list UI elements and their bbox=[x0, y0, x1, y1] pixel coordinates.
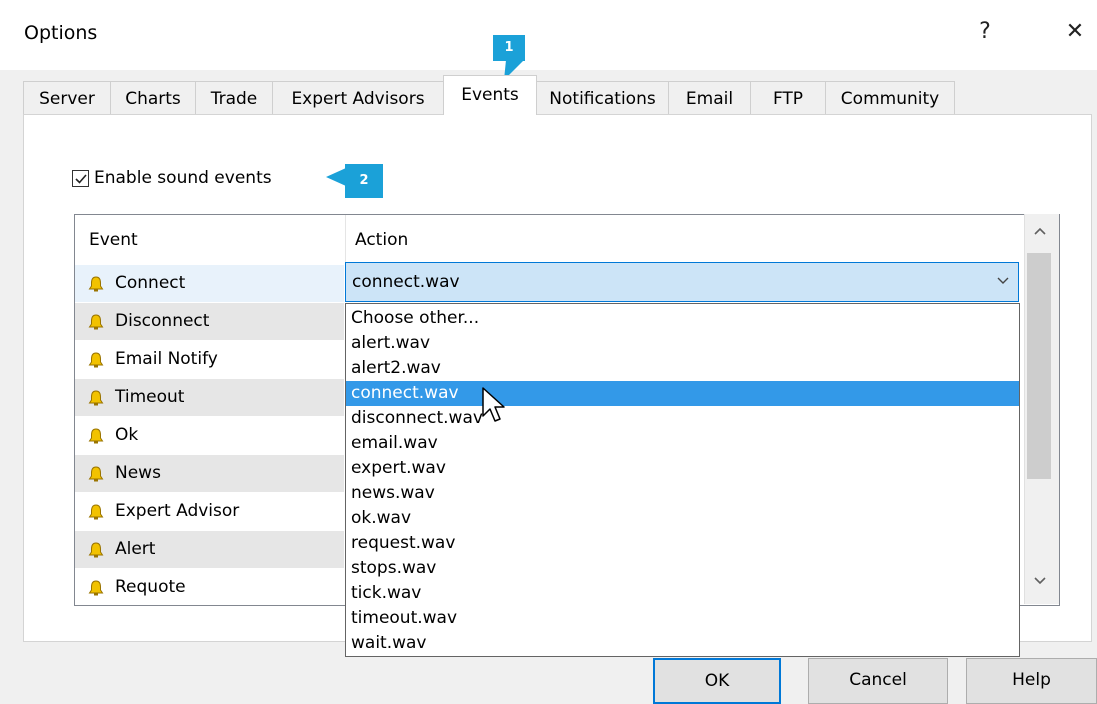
tab-trade[interactable]: Trade bbox=[195, 81, 273, 114]
dropdown-option[interactable]: alert.wav bbox=[346, 331, 1019, 356]
tab-charts[interactable]: Charts bbox=[110, 81, 196, 114]
scroll-down-icon[interactable] bbox=[1032, 575, 1048, 587]
callout-1: 1 bbox=[493, 35, 525, 61]
bell-icon bbox=[88, 466, 104, 482]
title-bar bbox=[0, 0, 1097, 70]
event-cell[interactable]: Connect bbox=[75, 265, 344, 302]
option-label: connect.wav bbox=[351, 383, 459, 403]
enable-sound-checkbox[interactable] bbox=[72, 170, 89, 187]
event-cell[interactable]: Timeout bbox=[75, 379, 344, 416]
tab-email[interactable]: Email bbox=[668, 81, 751, 114]
event-label: Alert bbox=[115, 539, 156, 559]
dropdown-option[interactable]: news.wav bbox=[346, 481, 1019, 506]
event-label: Ok bbox=[115, 425, 139, 445]
dropdown-option[interactable]: connect.wav bbox=[346, 381, 1019, 406]
tab-community[interactable]: Community bbox=[825, 81, 955, 114]
dropdown-option[interactable]: wait.wav bbox=[346, 631, 1019, 656]
option-label: news.wav bbox=[351, 483, 435, 503]
chevron-down-icon[interactable] bbox=[996, 275, 1010, 287]
bell-icon bbox=[88, 276, 104, 292]
option-label: disconnect.wav bbox=[351, 408, 483, 428]
scrollbar-thumb[interactable] bbox=[1027, 253, 1051, 479]
event-label: Connect bbox=[115, 273, 186, 293]
ok-button[interactable]: OK bbox=[653, 658, 781, 704]
bell-icon bbox=[88, 542, 104, 558]
dropdown-option[interactable]: alert2.wav bbox=[346, 356, 1019, 381]
dropdown-option[interactable]: tick.wav bbox=[346, 581, 1019, 606]
dropdown-option[interactable]: Choose other... bbox=[346, 306, 1019, 331]
event-cell[interactable]: News bbox=[75, 455, 344, 492]
option-label: expert.wav bbox=[351, 458, 446, 478]
option-label: alert.wav bbox=[351, 333, 431, 353]
tab-ftp[interactable]: FTP bbox=[750, 81, 826, 114]
bell-icon bbox=[88, 580, 104, 596]
bell-icon bbox=[88, 428, 104, 444]
mouse-cursor-icon bbox=[482, 387, 505, 422]
event-cell[interactable]: Email Notify bbox=[75, 341, 344, 378]
option-label: email.wav bbox=[351, 433, 438, 453]
event-cell[interactable]: Requote bbox=[75, 569, 344, 605]
event-cell[interactable]: Disconnect bbox=[75, 303, 344, 340]
event-label: Expert Advisor bbox=[115, 501, 240, 521]
dropdown-option[interactable]: disconnect.wav bbox=[346, 406, 1019, 431]
bell-icon bbox=[88, 352, 104, 368]
option-label: request.wav bbox=[351, 533, 456, 553]
window-title: Options bbox=[24, 22, 98, 44]
tab-notifications[interactable]: Notifications bbox=[536, 81, 669, 114]
bell-icon bbox=[88, 314, 104, 330]
help-dialog-button[interactable]: Help bbox=[966, 658, 1097, 704]
dropdown-option[interactable]: request.wav bbox=[346, 531, 1019, 556]
checkmark-icon bbox=[75, 174, 87, 184]
option-label: ok.wav bbox=[351, 508, 412, 528]
event-label: Email Notify bbox=[115, 349, 218, 369]
option-label: wait.wav bbox=[351, 633, 427, 653]
callout-2: 2 bbox=[345, 164, 383, 198]
event-cell[interactable]: Alert bbox=[75, 531, 344, 568]
event-cell[interactable]: Expert Advisor bbox=[75, 493, 344, 530]
combobox-value: connect.wav bbox=[352, 272, 460, 292]
column-header-event[interactable]: Event bbox=[89, 215, 138, 265]
sound-dropdown-list: Choose other... alert.wav alert2.wav connec… bbox=[345, 303, 1020, 657]
option-label: Choose other... bbox=[351, 308, 480, 328]
option-label: stops.wav bbox=[351, 558, 437, 578]
event-label: Disconnect bbox=[115, 311, 210, 331]
option-label: timeout.wav bbox=[351, 608, 458, 628]
event-label: Requote bbox=[115, 577, 186, 597]
cancel-button[interactable]: Cancel bbox=[808, 658, 948, 704]
dropdown-option[interactable]: ok.wav bbox=[346, 506, 1019, 531]
scroll-up-icon[interactable] bbox=[1032, 225, 1048, 237]
enable-sound-label[interactable]: Enable sound events bbox=[94, 168, 272, 188]
close-button[interactable]: ✕ bbox=[1060, 18, 1090, 46]
event-label: News bbox=[115, 463, 161, 483]
event-label: Timeout bbox=[115, 387, 185, 407]
dropdown-option[interactable]: expert.wav bbox=[346, 456, 1019, 481]
help-button[interactable]: ? bbox=[970, 18, 1000, 46]
tab-events[interactable]: Events bbox=[443, 75, 537, 115]
option-label: alert2.wav bbox=[351, 358, 441, 378]
dropdown-option[interactable]: timeout.wav bbox=[346, 606, 1019, 631]
bell-icon bbox=[88, 504, 104, 520]
event-cell[interactable]: Ok bbox=[75, 417, 344, 454]
callout-2-pointer bbox=[326, 168, 346, 186]
dropdown-option[interactable]: stops.wav bbox=[346, 556, 1019, 581]
dropdown-option[interactable]: email.wav bbox=[346, 431, 1019, 456]
bell-icon bbox=[88, 390, 104, 406]
column-header-action[interactable]: Action bbox=[355, 215, 408, 265]
option-label: tick.wav bbox=[351, 583, 422, 603]
tab-server[interactable]: Server bbox=[23, 81, 111, 114]
column-separator[interactable] bbox=[345, 215, 346, 265]
tab-expert-advisors[interactable]: Expert Advisors bbox=[272, 81, 444, 114]
action-combobox[interactable]: connect.wav bbox=[345, 262, 1019, 302]
